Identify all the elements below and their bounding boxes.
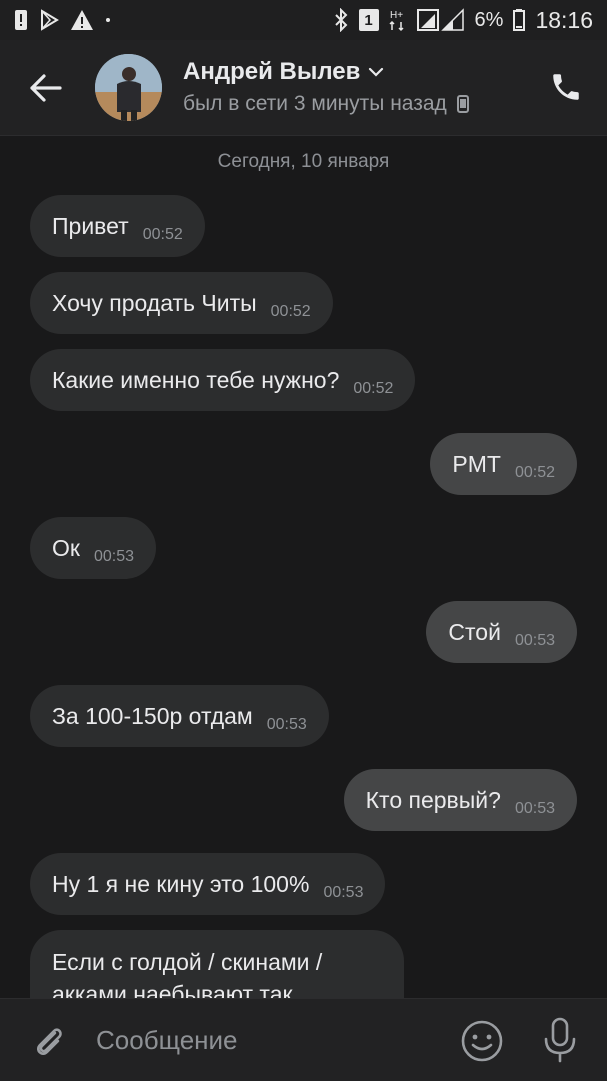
sim-icon: 1	[358, 9, 379, 31]
message-time: 00:53	[93, 548, 134, 565]
message-bubble-incoming[interactable]: За 100-150р отдам 00:53	[30, 685, 329, 747]
contact-name[interactable]: Андрей Вылев	[183, 58, 360, 86]
message-text: Привет	[52, 212, 129, 239]
message-text: За 100-150р отдам	[52, 702, 253, 729]
message-bubble-outgoing[interactable]: PMT 00:52	[430, 433, 577, 495]
mobile-icon	[456, 95, 469, 113]
message-bubble-incoming[interactable]: Ок 00:53	[30, 517, 156, 579]
warning-icon	[71, 10, 93, 30]
message-time: 00:53	[323, 884, 364, 901]
message-input[interactable]: Сообщение	[96, 1025, 238, 1056]
svg-text:H+: H+	[390, 10, 403, 21]
status-bar: 1 H+ 6% 18:16	[0, 0, 607, 40]
chevron-down-icon[interactable]	[368, 66, 384, 78]
back-arrow-icon[interactable]	[28, 70, 64, 106]
avatar[interactable]	[95, 54, 162, 121]
last-seen-status: был в сети 3 минуты назад	[183, 92, 447, 115]
message-time: 00:53	[266, 716, 307, 733]
sim-number: 1	[364, 11, 373, 29]
message-bubble-incoming[interactable]: Если с голдой / скинами / акками наебыва…	[30, 930, 404, 998]
signal-icon	[416, 8, 464, 31]
message-time: 00:52	[353, 380, 394, 397]
message-bubble-outgoing[interactable]: Кто первый? 00:53	[343, 769, 577, 831]
battery-icon	[513, 9, 526, 31]
message-text: Хочу продать Читы	[52, 289, 257, 316]
alert-icon	[15, 10, 27, 30]
message-bubble-outgoing[interactable]: Стой 00:53	[426, 601, 577, 663]
play-store-icon	[41, 9, 59, 31]
message-bubble-incoming[interactable]: Какие именно тебе нужно? 00:52	[30, 349, 416, 411]
message-bubble-incoming[interactable]: Ну 1 я не кину это 100% 00:53	[30, 853, 386, 915]
dot-icon	[106, 18, 110, 22]
phone-icon[interactable]	[549, 70, 583, 104]
message-time: 00:52	[142, 226, 183, 243]
emoji-icon[interactable]	[460, 1019, 504, 1063]
message-text: Стой	[448, 618, 501, 645]
clock: 18:16	[535, 6, 593, 33]
battery-percent: 6%	[474, 8, 504, 31]
message-time: 00:52	[514, 464, 555, 481]
message-time: 00:53	[514, 800, 555, 817]
message-text: Ну 1 я не кину это 100%	[52, 870, 310, 897]
message-text: Ок	[52, 534, 80, 561]
message-time: 00:52	[270, 303, 311, 320]
contact-status-row: был в сети 3 минуты назад	[183, 92, 469, 116]
mic-icon[interactable]	[540, 1017, 580, 1063]
message-text: PMT	[452, 450, 501, 477]
message-time: 00:53	[514, 632, 555, 649]
message-list[interactable]: Сегодня, 10 января Привет 00:52 Хочу про…	[0, 135, 607, 998]
bluetooth-icon	[334, 8, 347, 32]
hplus-icon: H+	[389, 10, 404, 32]
message-text: Какие именно тебе нужно?	[52, 366, 340, 393]
attach-icon[interactable]	[28, 1021, 68, 1061]
message-text: Если с голдой / скинами / акками наебыва…	[52, 949, 323, 998]
date-separator: Сегодня, 10 января	[217, 151, 390, 172]
message-text: Кто первый?	[365, 786, 501, 813]
message-bubble-incoming[interactable]: Привет 00:52	[30, 195, 205, 257]
chat-header: Андрей Вылев был в сети 3 минуты назад	[0, 40, 607, 136]
message-composer: Сообщение	[0, 998, 607, 1081]
message-bubble-incoming[interactable]: Хочу продать Читы 00:52	[30, 272, 333, 334]
